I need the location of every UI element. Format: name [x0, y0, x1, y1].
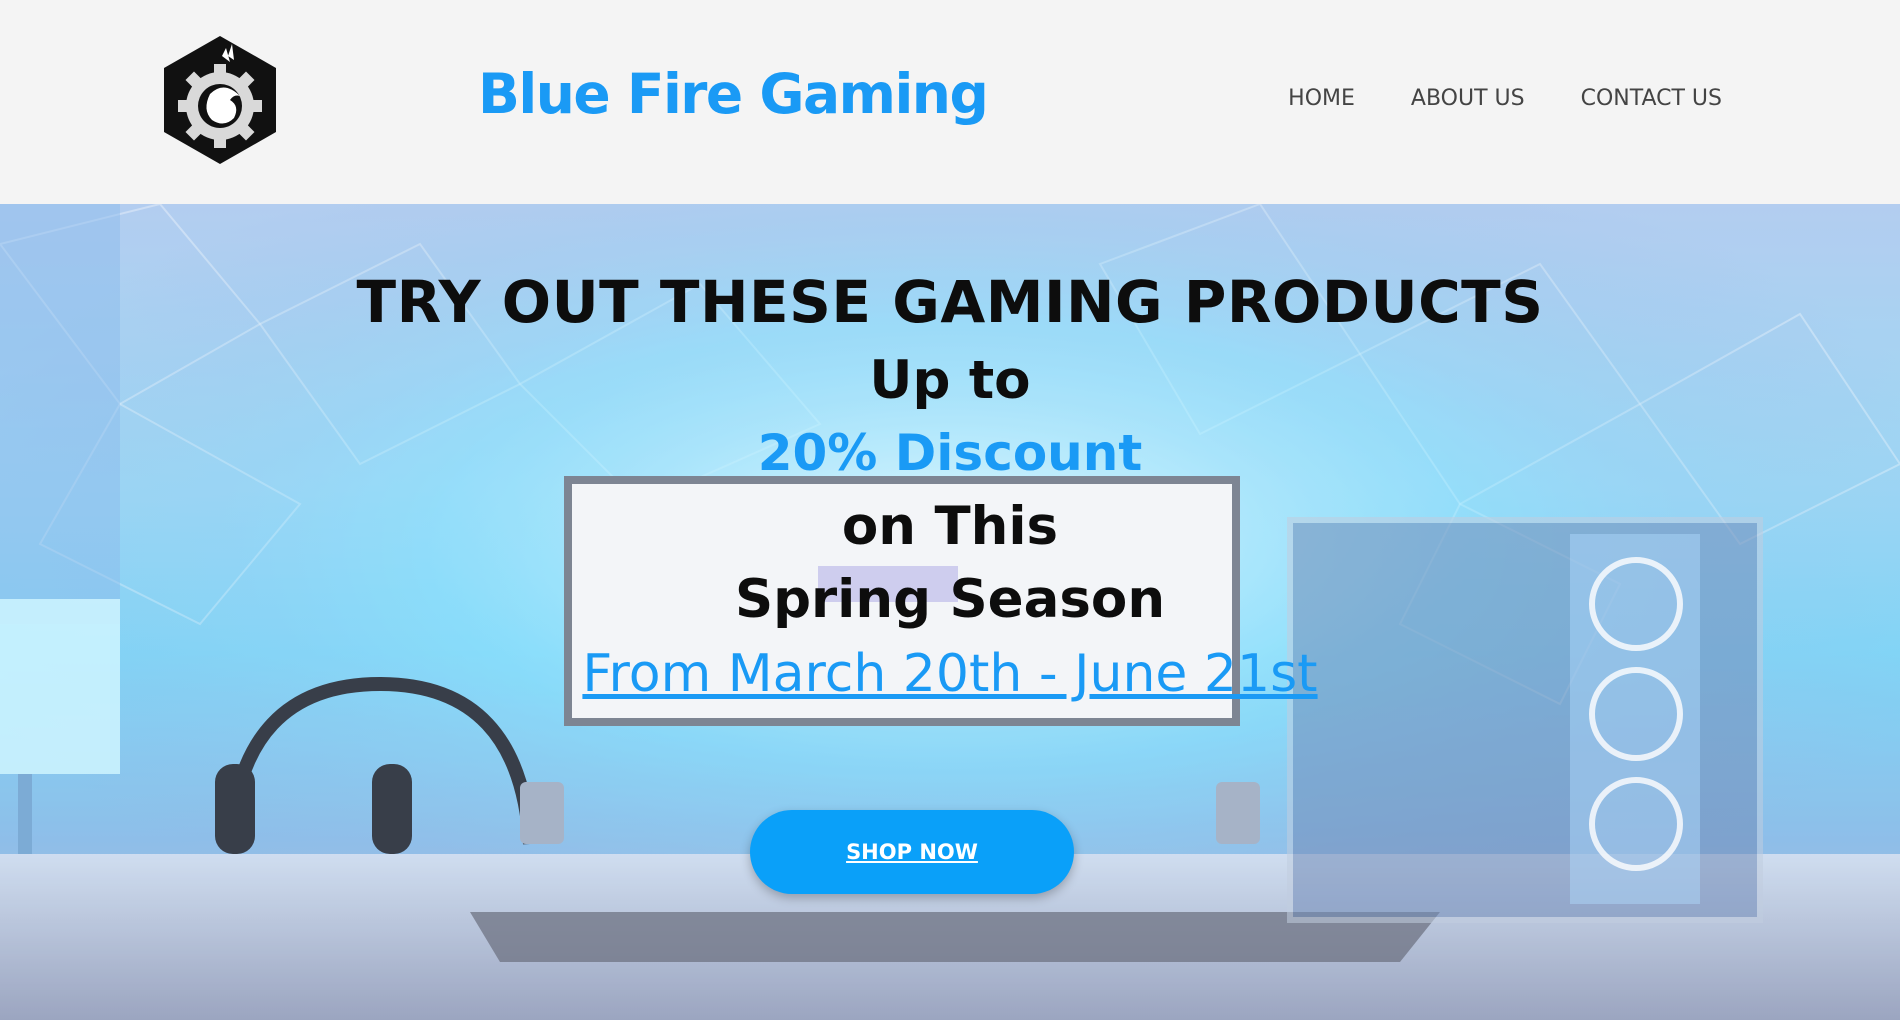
dragon-gear-logo-icon[interactable]: [162, 34, 278, 166]
hero-line-on-this: on This: [841, 496, 1059, 557]
nav-home[interactable]: HOME: [1288, 86, 1355, 111]
hero-discount-text: 20% Discount: [757, 424, 1143, 482]
hero-line-spring-season: Spring Season: [734, 569, 1166, 630]
hero-banner: TRY OUT THESE GAMING PRODUCTS Up to 20% …: [0, 204, 1900, 1020]
shop-now-button[interactable]: SHOP NOW: [750, 810, 1074, 894]
site-header: Blue Fire Gaming HOME ABOUT US CONTACT U…: [0, 0, 1900, 204]
main-nav: HOME ABOUT US CONTACT US: [1288, 86, 1722, 111]
hero-headline: TRY OUT THESE GAMING PRODUCTS: [356, 268, 1544, 336]
brand-title: Blue Fire Gaming: [478, 62, 989, 126]
hero-line-up-to: Up to: [869, 350, 1031, 411]
nav-contact-us[interactable]: CONTACT US: [1581, 86, 1722, 111]
hero-date-range: From March 20th - June 21st: [0, 644, 1900, 704]
nav-about-us[interactable]: ABOUT US: [1411, 86, 1525, 111]
date-range-link[interactable]: From March 20th - June 21st: [582, 644, 1317, 704]
